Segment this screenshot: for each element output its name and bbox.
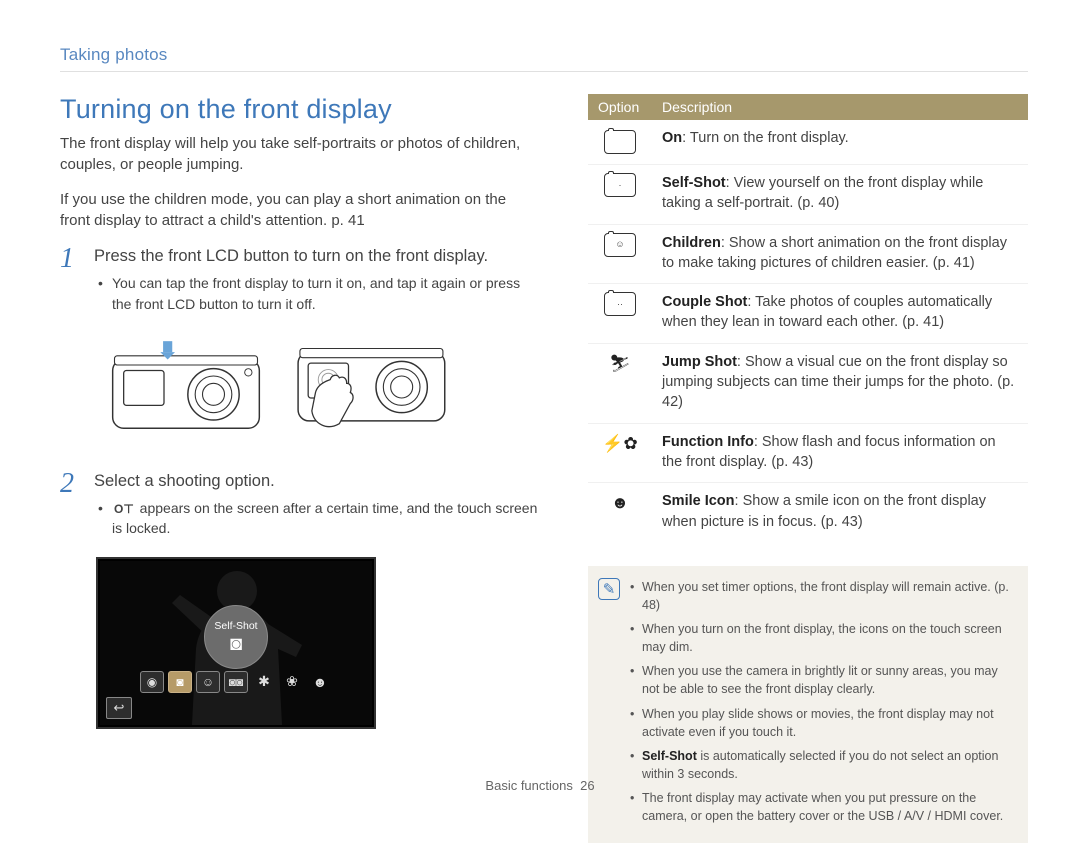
function-info-icon[interactable]: ❀: [280, 671, 304, 693]
function-info-icon: ⚡✿: [604, 432, 636, 456]
step-bullet: You can tap the front display to turn it…: [98, 273, 540, 314]
back-button[interactable]: ↩: [106, 697, 132, 719]
lcd-screenshot: Self-Shot ◙ ◉◙☺◙◙✱❀☻ ↩: [96, 557, 376, 729]
step-bullet: O⊤ appears on the screen after a certain…: [98, 498, 540, 539]
note-icon: ✎: [598, 578, 620, 600]
self-shot-icon[interactable]: ◙: [168, 671, 192, 693]
option-icon-cell: ⚡✿: [588, 423, 652, 483]
option-icon-cell: ☻: [588, 483, 652, 542]
note-item: When you turn on the front display, the …: [630, 620, 1014, 656]
self-shot-bubble-icon: ◙: [230, 634, 242, 654]
table-header-option: Option: [588, 94, 652, 120]
option-desc: : Turn on the front display.: [682, 130, 849, 146]
options-table: Option Description On: Turn on the front…: [588, 94, 1028, 542]
jump-shot-icon[interactable]: ✱: [252, 671, 276, 693]
option-icon-cell: ·: [588, 165, 652, 225]
couple-shot-icon[interactable]: ◙◙: [224, 671, 248, 693]
lock-key-icon: O⊤: [112, 501, 136, 518]
table-row: On: Turn on the front display.: [588, 120, 1028, 165]
option-label: Jump Shot: [662, 354, 737, 370]
option-label: Smile Icon: [662, 493, 735, 509]
table-row: ☻ Smile Icon: Show a smile icon on the fr…: [588, 483, 1028, 542]
option-description-cell: Smile Icon: Show a smile icon on the fro…: [652, 483, 1028, 542]
option-description-cell: Self-Shot: View yourself on the front di…: [652, 165, 1028, 225]
couple-shot-icon: ··: [604, 292, 636, 316]
note-item: When you use the camera in brightly lit …: [630, 662, 1014, 698]
table-header-description: Description: [652, 94, 1028, 120]
option-description-cell: On: Turn on the front display.: [652, 120, 1028, 165]
footer-section: Basic functions: [485, 778, 572, 793]
option-description-cell: Jump Shot: Show a visual cue on the fron…: [652, 343, 1028, 423]
note-item: When you play slide shows or movies, the…: [630, 705, 1014, 741]
intro-paragraph-1: The front display will help you take sel…: [60, 133, 540, 175]
step-number: 1: [60, 245, 80, 318]
intro-paragraph-2: If you use the children mode, you can pl…: [60, 189, 540, 231]
option-description-cell: Function Info: Show flash and focus info…: [652, 423, 1028, 483]
on-icon[interactable]: ◉: [140, 671, 164, 693]
note-box: ✎ When you set timer options, the front …: [588, 566, 1028, 844]
option-label: Couple Shot: [662, 294, 747, 310]
step-title: Select a shooting option.: [94, 470, 540, 492]
page-footer: Basic functions 26: [0, 778, 1080, 793]
note-item: When you set timer options, the front di…: [630, 578, 1014, 614]
step-2: 2 Select a shooting option. O⊤ appears o…: [60, 470, 540, 543]
table-row: ☺ Children: Show a short animation on the…: [588, 224, 1028, 284]
table-row: ⚡✿ Function Info: Show flash and focus in…: [588, 423, 1028, 483]
step-1: 1 Press the front LCD button to turn on …: [60, 245, 540, 318]
bubble-label: Self-Shot: [214, 620, 257, 632]
table-row: ⛷ Jump Shot: Show a visual cue on the fro…: [588, 343, 1028, 423]
self-shot-icon: ·: [604, 173, 636, 197]
breadcrumb: Taking photos: [60, 45, 1028, 65]
option-label: On: [662, 130, 682, 146]
option-icon-cell: ⛷: [588, 343, 652, 423]
jump-shot-icon: ⛷: [604, 352, 636, 376]
option-description-cell: Children: Show a short animation on the …: [652, 224, 1028, 284]
camera-illustration-row: [96, 332, 540, 442]
note-item: The front display may activate when you …: [630, 789, 1014, 825]
on-icon: [604, 130, 636, 154]
bullet-text: appears on the screen after a certain ti…: [112, 500, 537, 536]
option-label: Self-Shot: [662, 175, 726, 191]
smile-icon[interactable]: ☻: [308, 671, 332, 693]
option-label: Function Info: [662, 434, 754, 450]
option-icon-cell: [588, 120, 652, 165]
camera-press-button-illustration: [96, 332, 276, 442]
table-row: · Self-Shot: View yourself on the front d…: [588, 165, 1028, 225]
option-icon-cell: ··: [588, 284, 652, 344]
option-label: Children: [662, 235, 721, 251]
page-title: Turning on the front display: [60, 94, 540, 125]
table-row: ·· Couple Shot: Take photos of couples au…: [588, 284, 1028, 344]
step-number: 2: [60, 470, 80, 543]
footer-page-number: 26: [580, 778, 594, 793]
divider: [60, 71, 1028, 72]
children-icon[interactable]: ☺: [196, 671, 220, 693]
option-description-cell: Couple Shot: Take photos of couples auto…: [652, 284, 1028, 344]
camera-tap-display-illustration: [286, 332, 466, 442]
smile-icon: ☻: [604, 491, 636, 515]
mode-icon-row: ◉◙☺◙◙✱❀☻: [140, 671, 332, 693]
children-icon: ☺: [604, 233, 636, 257]
step-title: Press the front LCD button to turn on th…: [94, 245, 540, 267]
option-icon-cell: ☺: [588, 224, 652, 284]
self-shot-bubble: Self-Shot ◙: [204, 605, 268, 669]
